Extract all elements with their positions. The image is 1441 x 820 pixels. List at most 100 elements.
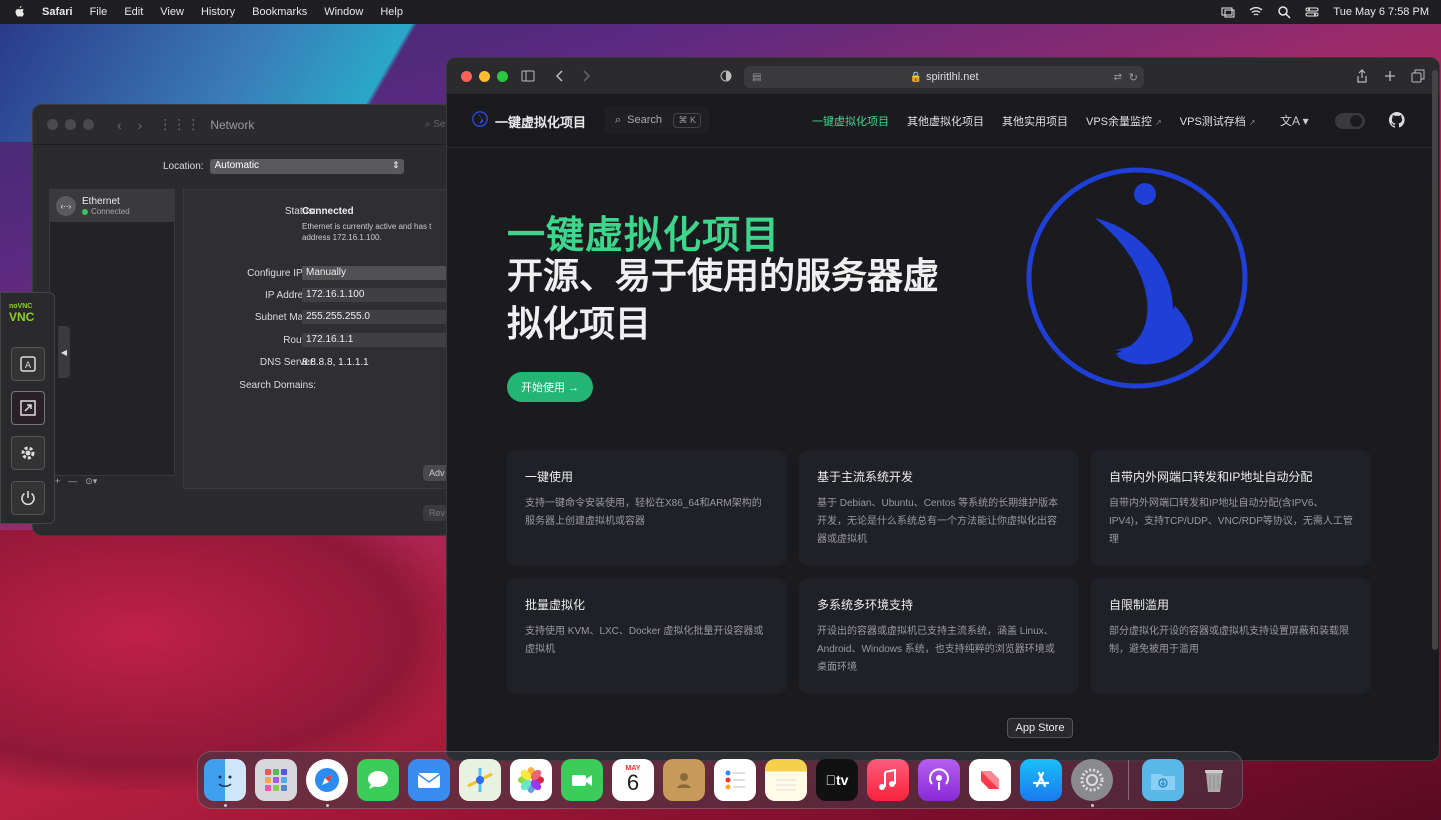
menu-view[interactable]: View (160, 6, 184, 18)
display-icon[interactable] (1221, 5, 1235, 19)
dock-contacts[interactable] (663, 759, 705, 801)
configure-ipv4-select[interactable]: Manually (302, 266, 451, 280)
forward-arrow-icon[interactable] (579, 69, 593, 83)
wifi-icon[interactable] (1249, 5, 1263, 19)
service-status-text: Connected (91, 207, 130, 216)
apple-icon[interactable] (12, 5, 26, 19)
nav-link-other-virt[interactable]: 其他虚拟化项目 (907, 113, 984, 129)
back-arrow-icon[interactable] (553, 69, 567, 83)
grid-icon[interactable]: ⋮⋮⋮ (158, 116, 200, 133)
nav-link-vps-monitor[interactable]: VPS余量监控 ↗ (1086, 113, 1162, 129)
dock-facetime[interactable] (561, 759, 603, 801)
power-button[interactable] (11, 481, 45, 515)
menu-app-name[interactable]: Safari (42, 6, 73, 18)
menu-edit[interactable]: Edit (124, 6, 143, 18)
network-detail-panel: Status: Connected Ethernet is currently … (183, 189, 451, 489)
search-label: Search (627, 114, 663, 126)
location-select[interactable]: Automatic ⇕ (209, 159, 404, 174)
menu-file[interactable]: File (90, 6, 108, 18)
back-arrow-icon[interactable]: ‹ (117, 117, 122, 133)
dock-podcasts[interactable] (918, 759, 960, 801)
sidebar-icon[interactable] (521, 69, 535, 83)
zoom-button[interactable] (497, 70, 508, 82)
feature-title: 基于主流系统开发 (817, 470, 914, 484)
service-item-ethernet[interactable]: ‹··› Ethernet Connected (50, 190, 174, 222)
language-switcher[interactable]: 文A ▾ (1280, 112, 1309, 129)
share-icon[interactable] (1355, 69, 1369, 83)
minimize-button[interactable] (479, 70, 490, 82)
menu-help[interactable]: Help (380, 6, 403, 18)
dock-mail[interactable] (408, 759, 450, 801)
keyboard-button[interactable]: A (11, 347, 45, 381)
menu-clock[interactable]: Tue May 6 7:58 PM (1333, 6, 1429, 18)
ip-address-field[interactable]: 172.16.1.100 (302, 288, 451, 302)
service-actions-button[interactable]: ⊙▾ (85, 476, 97, 489)
dock-news[interactable] (969, 759, 1011, 801)
vnc-logo: noVNC VNC (9, 303, 34, 324)
dock-trash[interactable] (1193, 759, 1235, 801)
running-indicator (326, 804, 329, 807)
theme-toggle[interactable] (1335, 113, 1365, 129)
dock-app-store[interactable] (1020, 759, 1062, 801)
messages-icon (368, 771, 388, 789)
site-search-button[interactable]: ⌕ Search ⌘ K (605, 106, 709, 134)
tab-overview-icon[interactable] (1411, 69, 1425, 83)
dock-reminders[interactable] (714, 759, 756, 801)
status-description: Ethernet is currently active and has t a… (302, 222, 432, 242)
address-bar[interactable]: ▤ 🔒 spiritlhl.net ⇄ ↻ (744, 66, 1144, 88)
dock-photos[interactable] (510, 759, 552, 801)
maps-icon (467, 768, 493, 792)
menu-window[interactable]: Window (324, 6, 363, 18)
dns-server-value: 8.8.8.8, 1.1.1.1 (302, 357, 369, 368)
close-button[interactable] (47, 119, 58, 130)
menu-history[interactable]: History (201, 6, 235, 18)
dock-launchpad[interactable] (255, 759, 297, 801)
translate-icon[interactable]: ⇄ (1114, 72, 1122, 83)
reload-icon[interactable]: ↻ (1129, 71, 1138, 84)
reader-icon[interactable]: ▤ (752, 72, 761, 83)
zoom-button[interactable] (83, 119, 94, 130)
vnc-bar-handle[interactable]: ◀ (58, 326, 70, 378)
privacy-shield-icon[interactable] (719, 69, 733, 83)
finder-icon (218, 775, 232, 787)
router-field[interactable]: 172.16.1.1 (302, 333, 451, 347)
dock-downloads[interactable] (1142, 759, 1184, 801)
nav-link-other-tools[interactable]: 其他实用项目 (1002, 113, 1068, 129)
remove-service-button[interactable]: — (68, 476, 77, 489)
subnet-mask-field[interactable]: 255.255.255.0 (302, 310, 451, 324)
dock-maps[interactable] (459, 759, 501, 801)
site-title[interactable]: 一键虚拟化项目 (495, 112, 586, 131)
search-icon[interactable] (1277, 5, 1291, 19)
add-service-button[interactable]: + (55, 476, 60, 489)
forward-arrow-icon[interactable]: › (138, 117, 143, 133)
menu-bookmarks[interactable]: Bookmarks (252, 6, 307, 18)
nav-link-vps-archive[interactable]: VPS测试存档 ↗ (1180, 113, 1256, 129)
nav-link-vps-archive-label: VPS测试存档 (1179, 116, 1246, 128)
minimize-button[interactable] (65, 119, 76, 130)
notes-icon (776, 779, 796, 791)
window-title: Network (210, 117, 255, 132)
app-store-icon (1032, 771, 1050, 788)
dock-safari[interactable] (306, 759, 348, 801)
nav-link-oneclick[interactable]: 一键虚拟化项目 (812, 113, 889, 129)
site-logo-icon[interactable] (471, 110, 489, 128)
github-icon[interactable] (1389, 112, 1405, 128)
dock-calendar[interactable]: MAY 6 (612, 759, 654, 801)
site-navbar: 一键虚拟化项目 ⌕ Search ⌘ K 一键虚拟化项目 其他虚拟化项目 其他实… (447, 94, 1439, 148)
dock-music[interactable] (867, 759, 909, 801)
dock-finder[interactable] (204, 759, 246, 801)
new-tab-icon[interactable] (1383, 69, 1397, 83)
dock-system-preferences[interactable] (1071, 759, 1113, 801)
scrollbar[interactable] (1432, 70, 1438, 650)
settings-button[interactable] (11, 436, 45, 470)
search-shortcut: ⌘ K (673, 112, 701, 128)
fullscreen-button[interactable] (11, 391, 45, 425)
dock-tv[interactable]: tv (816, 759, 858, 801)
control-center-icon[interactable] (1305, 5, 1319, 19)
dock-notes[interactable] (765, 759, 807, 801)
get-started-button[interactable]: 开始使用 → (507, 372, 593, 402)
vnc-logo-main: VNC (9, 310, 35, 324)
feature-description: 支持一键命令安装使用，轻松在X86_64和ARM架构的服务器上创建虚拟机或容器 (525, 498, 762, 527)
close-button[interactable] (461, 70, 472, 82)
dock-messages[interactable] (357, 759, 399, 801)
